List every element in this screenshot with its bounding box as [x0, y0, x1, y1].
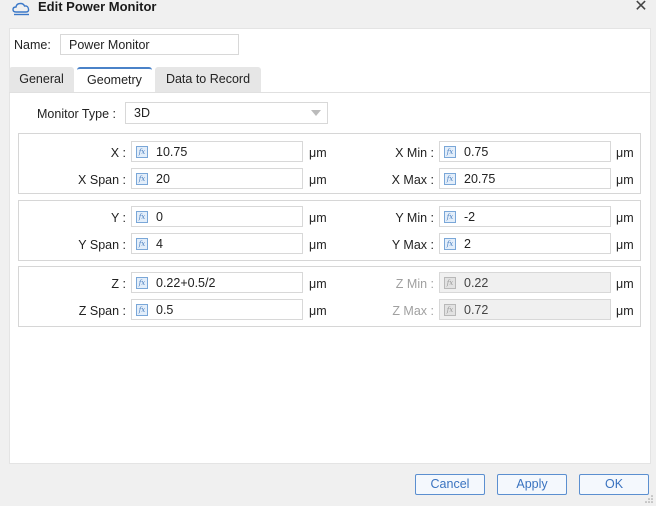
name-input[interactable]: [60, 34, 239, 55]
z-min-field: fx 0.22: [439, 272, 611, 293]
fx-icon[interactable]: fx: [444, 173, 456, 185]
tab-general[interactable]: General: [9, 67, 74, 92]
resize-grip-icon[interactable]: [644, 494, 654, 504]
x-min-field[interactable]: fx 0.75: [439, 141, 611, 162]
z-max-field: fx 0.72: [439, 299, 611, 320]
x-max-value: 20.75: [464, 172, 496, 186]
unit-label: μm: [309, 238, 327, 252]
monitor-type-value: 3D: [134, 106, 150, 120]
unit-label: μm: [309, 146, 327, 160]
x-span-label: X Span :: [78, 173, 126, 187]
monitor-type-label: Monitor Type :: [37, 107, 116, 121]
window-title: Edit Power Monitor: [38, 0, 157, 14]
fx-icon[interactable]: fx: [136, 146, 148, 158]
fx-icon[interactable]: fx: [136, 173, 148, 185]
z-max-value: 0.72: [464, 303, 489, 317]
y-min-field[interactable]: fx -2: [439, 206, 611, 227]
fx-icon[interactable]: fx: [136, 238, 148, 250]
fx-icon[interactable]: fx: [136, 211, 148, 223]
y-max-field[interactable]: fx 2: [439, 233, 611, 254]
z-value: 0.22+0.5/2: [156, 276, 216, 290]
y-max-label: Y Max :: [391, 238, 434, 252]
y-max-value: 2: [464, 237, 471, 251]
x-label: X :: [110, 146, 126, 160]
fx-icon: fx: [444, 304, 456, 316]
unit-label: μm: [309, 277, 327, 291]
unit-label: μm: [309, 173, 327, 187]
x-min-label: X Min :: [395, 146, 434, 160]
x-max-label: X Max :: [391, 173, 434, 187]
x-field[interactable]: fx 10.75: [131, 141, 303, 162]
fx-icon[interactable]: fx: [136, 304, 148, 316]
z-span-field[interactable]: fx 0.5: [131, 299, 303, 320]
x-span-value: 20: [156, 172, 170, 186]
y-span-label: Y Span :: [78, 238, 126, 252]
unit-label: μm: [616, 211, 634, 225]
unit-label: μm: [616, 238, 634, 252]
y-min-label: Y Min :: [395, 211, 434, 225]
cancel-button[interactable]: Cancel: [415, 474, 485, 495]
x-max-field[interactable]: fx 20.75: [439, 168, 611, 189]
chevron-down-icon[interactable]: [311, 110, 321, 116]
z-span-value: 0.5: [156, 303, 174, 317]
close-icon[interactable]: ✕: [632, 0, 650, 16]
y-field[interactable]: fx 0: [131, 206, 303, 227]
z-min-value: 0.22: [464, 276, 489, 290]
title-bar: Edit Power Monitor ✕: [0, 0, 656, 18]
unit-label: μm: [309, 211, 327, 225]
cloud-icon: [12, 2, 30, 16]
fx-icon[interactable]: fx: [444, 238, 456, 250]
x-value: 10.75: [156, 145, 188, 159]
y-value: 0: [156, 210, 163, 224]
unit-label: μm: [616, 173, 634, 187]
name-label: Name:: [14, 38, 51, 52]
fx-icon[interactable]: fx: [444, 146, 456, 158]
z-max-label: Z Max :: [392, 304, 434, 318]
unit-label: μm: [616, 277, 634, 291]
y-label: Y :: [110, 211, 126, 225]
x-min-value: 0.75: [464, 145, 489, 159]
tab-divider: [9, 92, 651, 93]
tab-data-to-record[interactable]: Data to Record: [155, 67, 261, 92]
monitor-type-select[interactable]: 3D: [125, 102, 328, 124]
y-span-value: 4: [156, 237, 163, 251]
unit-label: μm: [616, 304, 634, 318]
fx-icon: fx: [444, 277, 456, 289]
x-span-field[interactable]: fx 20: [131, 168, 303, 189]
z-field[interactable]: fx 0.22+0.5/2: [131, 272, 303, 293]
fx-icon[interactable]: fx: [136, 277, 148, 289]
fx-icon[interactable]: fx: [444, 211, 456, 223]
unit-label: μm: [309, 304, 327, 318]
tab-geometry[interactable]: Geometry: [77, 67, 152, 92]
apply-button[interactable]: Apply: [497, 474, 567, 495]
z-label: Z :: [111, 277, 126, 291]
unit-label: μm: [616, 146, 634, 160]
y-min-value: -2: [464, 210, 476, 224]
z-min-label: Z Min :: [395, 277, 434, 291]
y-span-field[interactable]: fx 4: [131, 233, 303, 254]
ok-button[interactable]: OK: [579, 474, 649, 495]
z-span-label: Z Span :: [78, 304, 126, 318]
